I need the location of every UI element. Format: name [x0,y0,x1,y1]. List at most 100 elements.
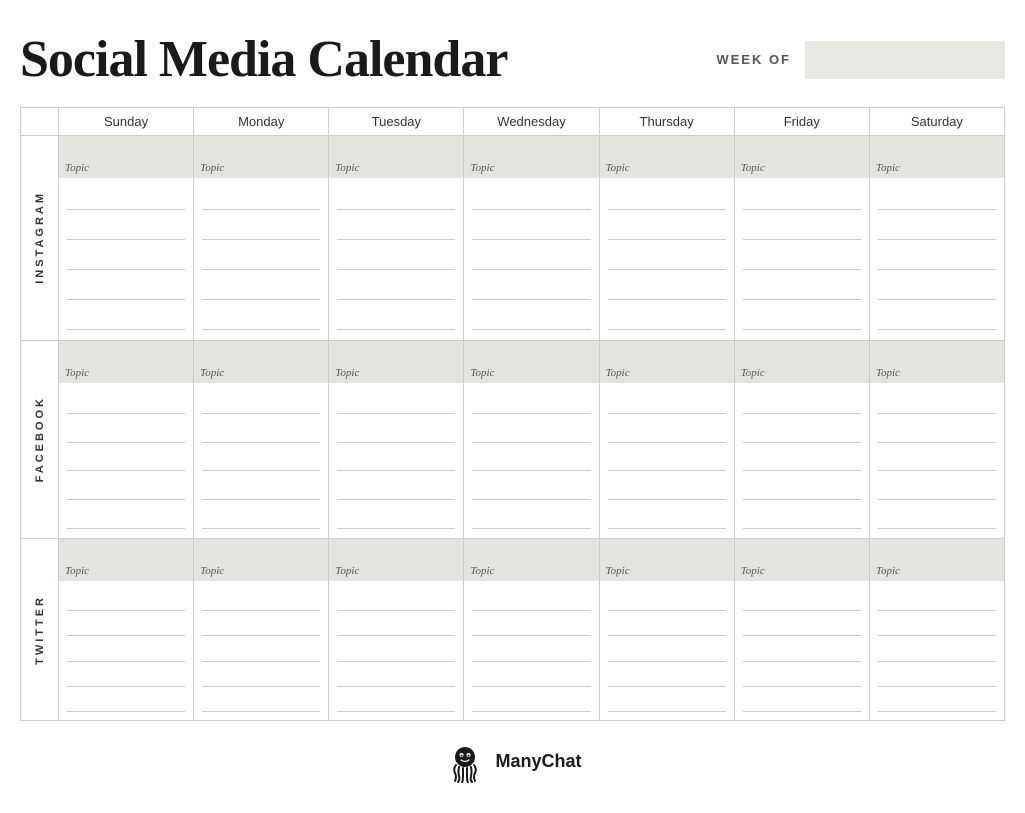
topic-box-facebook-3[interactable]: Topic [464,341,598,383]
content-line [743,218,861,240]
content-line [202,278,320,300]
platform-label-instagram: INSTAGRAM [34,191,46,284]
content-line [67,421,185,443]
topic-box-instagram-1[interactable]: Topic [194,136,328,178]
content-line [878,589,996,611]
content-line [337,665,455,687]
day-header-thursday: Thursday [600,108,735,136]
footer-brand-name: ManyChat [495,751,581,772]
topic-box-twitter-6[interactable]: Topic [870,539,1004,581]
content-line [878,188,996,210]
topic-box-facebook-1[interactable]: Topic [194,341,328,383]
topic-box-facebook-5[interactable]: Topic [735,341,869,383]
topic-box-twitter-2[interactable]: Topic [329,539,463,581]
topic-box-twitter-3[interactable]: Topic [464,539,598,581]
content-line [743,308,861,330]
content-line [608,589,726,611]
topic-label: Topic [741,565,765,577]
content-line [472,278,590,300]
content-line [743,278,861,300]
platform-label-facebook: FACEBOOK [34,396,46,482]
content-line [67,589,185,611]
topic-box-instagram-2[interactable]: Topic [329,136,463,178]
content-line [743,507,861,529]
topic-box-facebook-0[interactable]: Topic [59,341,193,383]
topic-label: Topic [335,367,359,379]
content-line [67,614,185,636]
content-line [472,188,590,210]
content-line [337,188,455,210]
topic-box-twitter-0[interactable]: Topic [59,539,193,581]
topic-box-instagram-4[interactable]: Topic [600,136,734,178]
content-line [878,308,996,330]
content-line [202,308,320,330]
content-line [743,449,861,471]
topic-label: Topic [606,565,630,577]
day-headers: Sunday Monday Tuesday Wednesday Thursday… [20,107,1005,136]
topic-label: Topic [606,367,630,379]
day-column-twitter-2: Topic [329,539,464,721]
topic-box-instagram-3[interactable]: Topic [464,136,598,178]
lines-area-instagram-1 [194,178,328,340]
content-line [337,392,455,414]
topic-label: Topic [876,162,900,174]
content-line [67,392,185,414]
content-line [472,665,590,687]
day-column-instagram-5: Topic [735,136,870,341]
lines-area-facebook-5 [735,383,869,538]
topic-box-facebook-2[interactable]: Topic [329,341,463,383]
content-line [337,278,455,300]
content-line [608,690,726,712]
day-column-facebook-1: Topic [194,341,329,539]
topic-label: Topic [200,162,224,174]
day-header-monday: Monday [194,108,329,136]
content-line [67,478,185,500]
content-line [202,188,320,210]
week-of-input[interactable] [805,41,1005,79]
content-line [878,614,996,636]
topic-box-twitter-1[interactable]: Topic [194,539,328,581]
content-line [337,308,455,330]
week-of-section: WEEK OF [716,41,1005,79]
content-line [608,218,726,240]
platform-section-twitter: TWITTERTopicTopicTopicTopicTopicTopicTop… [20,539,1005,721]
topic-box-facebook-6[interactable]: Topic [870,341,1004,383]
content-line [67,278,185,300]
topic-box-twitter-5[interactable]: Topic [735,539,869,581]
content-line [878,665,996,687]
content-line [202,392,320,414]
topic-label: Topic [65,565,89,577]
content-line [608,248,726,270]
content-line [743,248,861,270]
content-line [202,507,320,529]
content-line [472,614,590,636]
lines-area-instagram-4 [600,178,734,340]
topic-box-instagram-0[interactable]: Topic [59,136,193,178]
topic-label: Topic [606,162,630,174]
content-line [472,589,590,611]
day-column-facebook-2: Topic [329,341,464,539]
day-column-instagram-2: Topic [329,136,464,341]
day-column-twitter-6: Topic [870,539,1005,721]
day-column-facebook-5: Topic [735,341,870,539]
lines-area-twitter-2 [329,581,463,720]
content-line [202,589,320,611]
topic-box-instagram-5[interactable]: Topic [735,136,869,178]
content-line [878,690,996,712]
topic-box-facebook-4[interactable]: Topic [600,341,734,383]
content-line [878,392,996,414]
content-line [472,421,590,443]
topic-label: Topic [335,162,359,174]
content-line [878,421,996,443]
content-line [67,308,185,330]
content-line [743,690,861,712]
content-line [67,640,185,662]
topic-box-twitter-4[interactable]: Topic [600,539,734,581]
content-line [608,392,726,414]
header-spacer [21,108,59,136]
lines-area-facebook-4 [600,383,734,538]
topic-box-instagram-6[interactable]: Topic [870,136,1004,178]
platform-label-cell-facebook: FACEBOOK [21,341,59,539]
content-line [608,308,726,330]
topic-label: Topic [470,162,494,174]
